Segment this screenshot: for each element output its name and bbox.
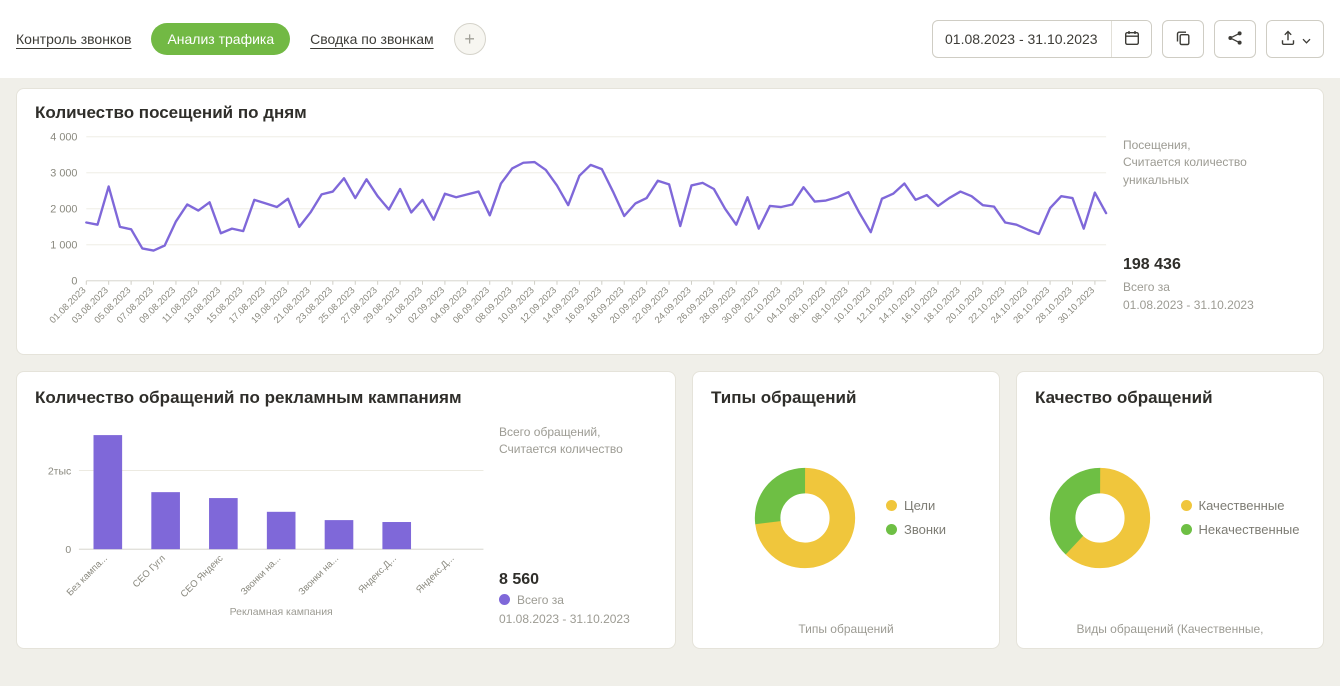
tab-traffic-analysis[interactable]: Анализ трафика (151, 23, 290, 55)
tab-calls-summary[interactable]: Сводка по звонкам (310, 31, 433, 47)
campaigns-panel-title: Количество обращений по рекламным кампан… (35, 388, 657, 408)
legend-item-goals: Цели (886, 498, 946, 513)
calendar-icon (1124, 30, 1140, 49)
toolbar-controls (932, 20, 1324, 58)
visits-panel: Количество посещений по дням 0 1 000 2 000… (16, 88, 1324, 355)
campaigns-metric-note: Всего обращений, Считается количество (499, 424, 657, 459)
visits-panel-title: Количество посещений по дням (35, 103, 1305, 123)
legend-dot (886, 524, 897, 535)
note-line: Посещения, (1123, 137, 1305, 154)
copy-icon (1175, 30, 1191, 49)
legend-label: Всего за (517, 593, 564, 607)
visits-total-caption: Всего за (1123, 278, 1305, 296)
note-line: Считается количество (499, 441, 657, 458)
copy-button[interactable] (1162, 20, 1204, 58)
chevron-down-icon (1302, 32, 1311, 47)
svg-text:Звонки на...: Звонки на... (297, 553, 342, 598)
svg-text:2тыс: 2тыс (48, 466, 71, 477)
legend-label: Звонки (904, 522, 946, 537)
campaigns-bar-chart: 0 2тыс Без кампа... СЕО Гугл СЕО Яндекс Звонк… (35, 408, 493, 620)
types-caption: Типы обращений (711, 622, 981, 636)
svg-text:0: 0 (65, 545, 71, 556)
svg-text:2 000: 2 000 (50, 204, 77, 216)
top-toolbar: Контроль звонков Анализ трафика Сводка п… (0, 0, 1340, 78)
share-button[interactable] (1214, 20, 1256, 58)
svg-text:1 000: 1 000 (50, 240, 77, 252)
visits-total-period: 01.08.2023 - 31.10.2023 (1123, 296, 1305, 314)
quality-panel-title: Качество обращений (1035, 388, 1305, 408)
legend-item-nonquality: Некачественные (1181, 522, 1300, 537)
svg-text:СЕО Яндекс: СЕО Яндекс (179, 553, 226, 600)
report-tabs: Контроль звонков Анализ трафика Сводка п… (16, 23, 486, 55)
legend-label: Цели (904, 498, 935, 513)
share-icon (1227, 30, 1243, 49)
svg-text:Рекламная кампания: Рекламная кампания (230, 607, 333, 618)
svg-text:Без кампа...: Без кампа... (65, 553, 110, 598)
svg-text:4 000: 4 000 (50, 132, 77, 144)
add-tab-button[interactable]: + (454, 23, 486, 55)
svg-text:Яндекс.Д...: Яндекс.Д... (356, 553, 399, 596)
legend-label: Некачественные (1199, 522, 1300, 537)
legend-dot (886, 500, 897, 511)
campaigns-total-block: 8 560 Всего за 01.08.2023 - 31.10.2023 (499, 571, 657, 628)
types-panel: Типы обращений Цели Звонки Типы обращени… (692, 371, 1000, 649)
note-line: Всего обращений, (499, 424, 657, 441)
export-button[interactable] (1266, 20, 1324, 58)
types-panel-title: Типы обращений (711, 388, 981, 408)
quality-panel: Качество обращений Качественные Некачест… (1016, 371, 1324, 649)
legend-dot (1181, 500, 1192, 511)
date-range-control (932, 20, 1152, 58)
bottom-row: Количество обращений по рекламным кампан… (16, 371, 1324, 649)
svg-text:СЕО Гугл: СЕО Гугл (131, 553, 168, 590)
legend-dot (1181, 524, 1192, 535)
quality-donut-chart (1041, 459, 1159, 577)
visits-metric-note: Посещения, Считается количество уникальн… (1123, 137, 1305, 189)
date-range-input[interactable] (933, 21, 1111, 57)
types-donut-chart (746, 459, 864, 577)
visits-total-value: 198 436 (1123, 256, 1305, 274)
legend-item-calls: Звонки (886, 522, 946, 537)
types-legend: Цели Звонки (886, 498, 946, 537)
export-icon (1280, 30, 1296, 49)
quality-legend: Качественные Некачественные (1181, 498, 1300, 537)
svg-text:Яндекс.Д...: Яндекс.Д... (414, 553, 457, 596)
visits-total-block: 198 436 Всего за 01.08.2023 - 31.10.2023 (1123, 256, 1305, 314)
legend-item-quality: Качественные (1181, 498, 1300, 513)
legend-label: Качественные (1199, 498, 1285, 513)
tab-call-control[interactable]: Контроль звонков (16, 31, 131, 47)
note-line: уникальных (1123, 172, 1305, 189)
campaigns-panel: Количество обращений по рекламным кампан… (16, 371, 676, 649)
legend-dot (499, 594, 510, 605)
note-line: Считается количество (1123, 154, 1305, 171)
svg-text:0: 0 (71, 276, 77, 288)
campaigns-total-value: 8 560 (499, 571, 657, 589)
svg-text:3 000: 3 000 (50, 168, 77, 180)
calendar-button[interactable] (1111, 21, 1151, 57)
campaigns-total-period: 01.08.2023 - 31.10.2023 (499, 610, 657, 628)
visits-line-chart: 01 0002 0003 0004 00001.08.202303.08.202… (35, 123, 1115, 348)
campaigns-side-info: Всего обращений, Считается количество 8 … (499, 408, 657, 638)
campaigns-legend-item: Всего за (499, 593, 657, 607)
visits-side-info: Посещения, Считается количество уникальн… (1123, 123, 1305, 348)
svg-text:Звонки на...: Звонки на... (239, 553, 284, 598)
quality-caption: Виды обращений (Качественные, (1035, 622, 1305, 636)
